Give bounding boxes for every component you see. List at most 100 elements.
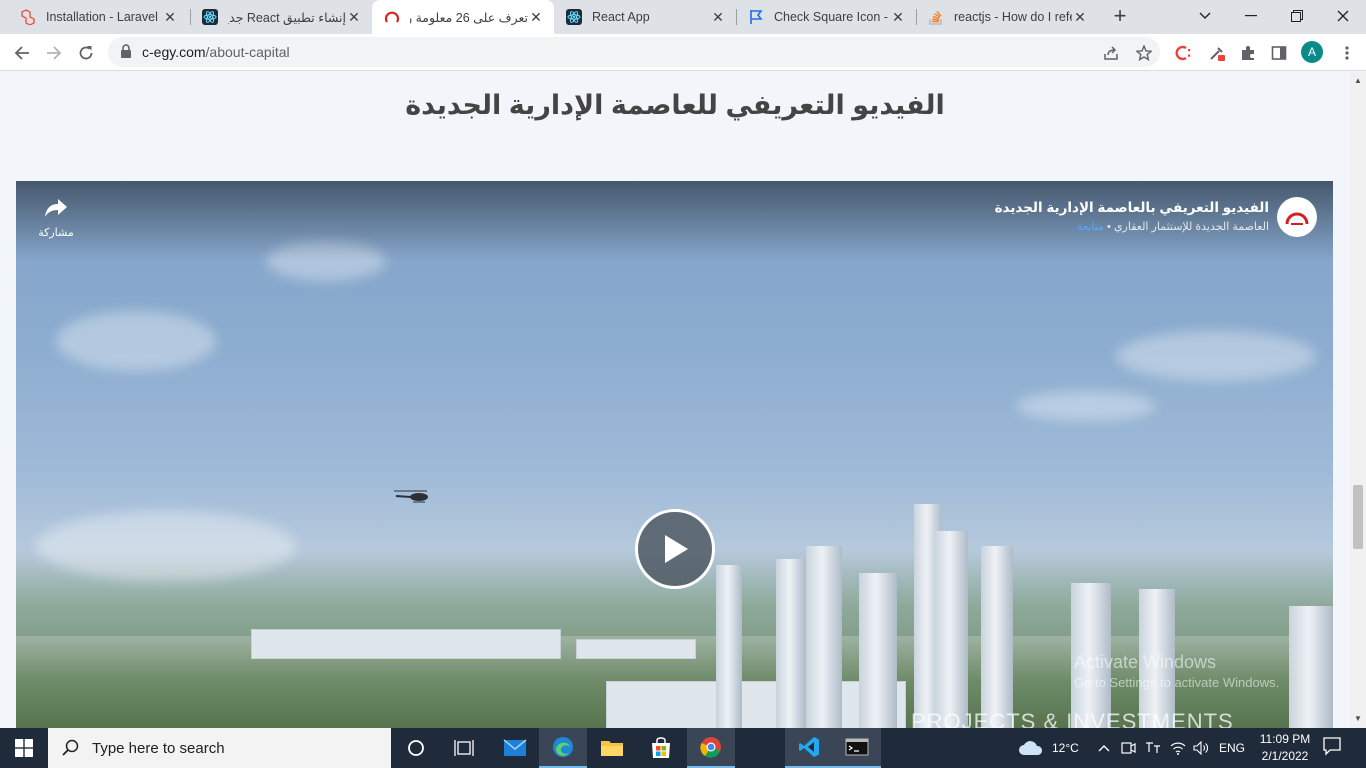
tab-check-square-icon[interactable]: Check Square Icon - R ✕ <box>736 0 916 34</box>
side-panel-button[interactable] <box>1266 40 1292 66</box>
extension-c-button[interactable] <box>1171 40 1197 66</box>
video-frame-cloud <box>1016 391 1156 421</box>
windows-taskbar: Type here to search 12°C ENG 11:09 PM 2/… <box>0 728 1366 768</box>
video-subscribe-link[interactable]: متابعة <box>1077 221 1104 233</box>
tab-stackoverflow[interactable]: reactjs - How do I refe ✕ <box>916 0 1098 34</box>
input-indicator-button[interactable] <box>1144 728 1162 768</box>
extension-eyedropper-button[interactable] <box>1204 40 1230 66</box>
play-icon <box>665 535 688 563</box>
page-scrollbar[interactable]: ▲ ▼ <box>1350 72 1366 728</box>
side-panel-icon <box>1271 46 1287 60</box>
file-explorer-button[interactable] <box>588 728 636 768</box>
scroll-down-arrow-icon[interactable]: ▼ <box>1354 714 1362 723</box>
task-view-button[interactable] <box>440 728 488 768</box>
video-share-button[interactable]: مشاركة <box>36 197 76 239</box>
star-icon <box>1136 45 1152 61</box>
video-frame-cloud <box>1116 331 1316 381</box>
address-bar[interactable]: c-egy.com/about-capital <box>108 37 1160 67</box>
video-title[interactable]: الفيديو التعريفي بالعاصمة الإدارية الجدي… <box>995 200 1269 216</box>
tab-c-egy-active[interactable]: تعرف على 26 معلومة ر ✕ <box>372 0 554 34</box>
profile-avatar[interactable]: A <box>1301 41 1323 63</box>
terminal-app-button[interactable] <box>833 728 881 768</box>
page-title: الفيديو التعريفي للعاصمة الإدارية الجديد… <box>405 90 945 120</box>
new-tab-button[interactable]: + <box>1108 5 1132 29</box>
tab-close-icon[interactable]: ✕ <box>162 9 178 25</box>
video-channel-name[interactable]: العاصمة الجديدة للإستثمار العقاري <box>1114 221 1269 233</box>
tab-search-button[interactable] <box>1182 0 1228 32</box>
weather-widget[interactable]: 12°C <box>1018 728 1079 768</box>
video-player[interactable]: مشاركة الفيديو التعريفي بالعاصمة الإداري… <box>16 181 1333 728</box>
forward-button[interactable] <box>41 40 67 66</box>
chrome-app-button[interactable] <box>687 728 735 768</box>
scroll-up-arrow-icon[interactable]: ▲ <box>1354 76 1362 85</box>
activate-windows-title: Activate Windows <box>1074 652 1217 672</box>
stackoverflow-icon <box>928 9 944 25</box>
url-path: /about-capital <box>205 44 290 60</box>
back-button[interactable] <box>9 40 35 66</box>
keyboard-language-icon <box>1146 742 1160 753</box>
tab-close-icon[interactable]: ✕ <box>1072 9 1088 25</box>
cloud-weather-icon <box>1019 741 1043 755</box>
extensions-button[interactable] <box>1235 40 1261 66</box>
tab-close-icon[interactable]: ✕ <box>890 9 906 25</box>
video-frame-tower <box>981 546 1013 728</box>
clock-date: 2/1/2022 <box>1261 749 1309 763</box>
activate-windows-notice: Activate Windows Go to Settings to activ… <box>1074 652 1279 690</box>
puzzle-icon <box>1242 46 1254 60</box>
page-content: الفيديو التعريفي للعاصمة الإدارية الجديد… <box>0 72 1350 728</box>
close-window-button[interactable] <box>1320 0 1366 32</box>
tab-close-icon[interactable]: ✕ <box>528 9 544 25</box>
cortana-circle-icon <box>408 740 424 756</box>
windows-logo-icon <box>15 739 33 757</box>
tab-react-arabic[interactable]: إنشاء تطبيق React جديد ✕ <box>190 0 372 34</box>
microsoft-store-button[interactable] <box>637 728 685 768</box>
video-frame-tower <box>806 546 842 728</box>
reload-button[interactable] <box>73 40 99 66</box>
tab-laravel[interactable]: Installation - Laravel - ✕ <box>8 0 188 34</box>
video-channel-line: العاصمة الجديدة للإستثمار العقاري • متاب… <box>995 220 1269 233</box>
weather-temperature: 12°C <box>1052 741 1079 755</box>
share-icon <box>1104 46 1118 60</box>
store-icon <box>652 737 670 758</box>
video-frame-building <box>576 639 696 659</box>
show-hidden-icons-button[interactable] <box>1098 728 1110 768</box>
tab-title: إنشاء تطبيق React جديد <box>228 10 346 25</box>
tab-close-icon[interactable]: ✕ <box>710 9 726 25</box>
camera-icon <box>1121 742 1136 754</box>
mail-app-button[interactable] <box>491 728 539 768</box>
start-button[interactable] <box>0 728 48 768</box>
chrome-menu-button[interactable] <box>1334 40 1360 66</box>
video-share-label: مشاركة <box>38 227 74 239</box>
volume-button[interactable] <box>1193 728 1209 768</box>
channel-logo-icon[interactable] <box>1277 197 1317 237</box>
tab-react-app[interactable]: React App ✕ <box>554 0 736 34</box>
edge-app-button[interactable] <box>539 728 587 768</box>
restore-button[interactable] <box>1274 0 1320 32</box>
tab-title: React App <box>592 10 650 24</box>
taskbar-search-box[interactable]: Type here to search <box>48 728 391 768</box>
vscode-app-button[interactable] <box>785 728 833 768</box>
video-play-button[interactable] <box>635 509 715 589</box>
taskbar-clock[interactable]: 11:09 PM 2/1/2022 <box>1250 731 1320 765</box>
language-indicator[interactable]: ENG <box>1219 728 1245 768</box>
more-vertical-icon <box>1345 46 1349 60</box>
taskbar-search-placeholder: Type here to search <box>92 739 225 757</box>
video-info: الفيديو التعريفي بالعاصمة الإدارية الجدي… <box>995 200 1269 233</box>
laravel-icon <box>20 9 36 25</box>
video-frame-building <box>251 629 561 659</box>
tab-close-icon[interactable]: ✕ <box>346 9 362 25</box>
meet-now-button[interactable] <box>1120 728 1136 768</box>
cortana-button[interactable] <box>392 728 440 768</box>
notification-center-button[interactable] <box>1322 736 1342 761</box>
share-page-button[interactable] <box>1098 40 1124 66</box>
search-icon <box>62 739 79 756</box>
scrollbar-thumb[interactable] <box>1353 485 1363 549</box>
eyedropper-icon <box>1210 47 1225 61</box>
minimize-button[interactable] <box>1228 0 1274 32</box>
bookmark-button[interactable] <box>1131 40 1157 66</box>
lock-icon[interactable] <box>120 44 132 63</box>
arrow-right-icon <box>47 46 62 60</box>
network-button[interactable] <box>1170 728 1186 768</box>
c-egy-logo-icon <box>384 9 400 25</box>
wifi-icon <box>1170 742 1186 755</box>
